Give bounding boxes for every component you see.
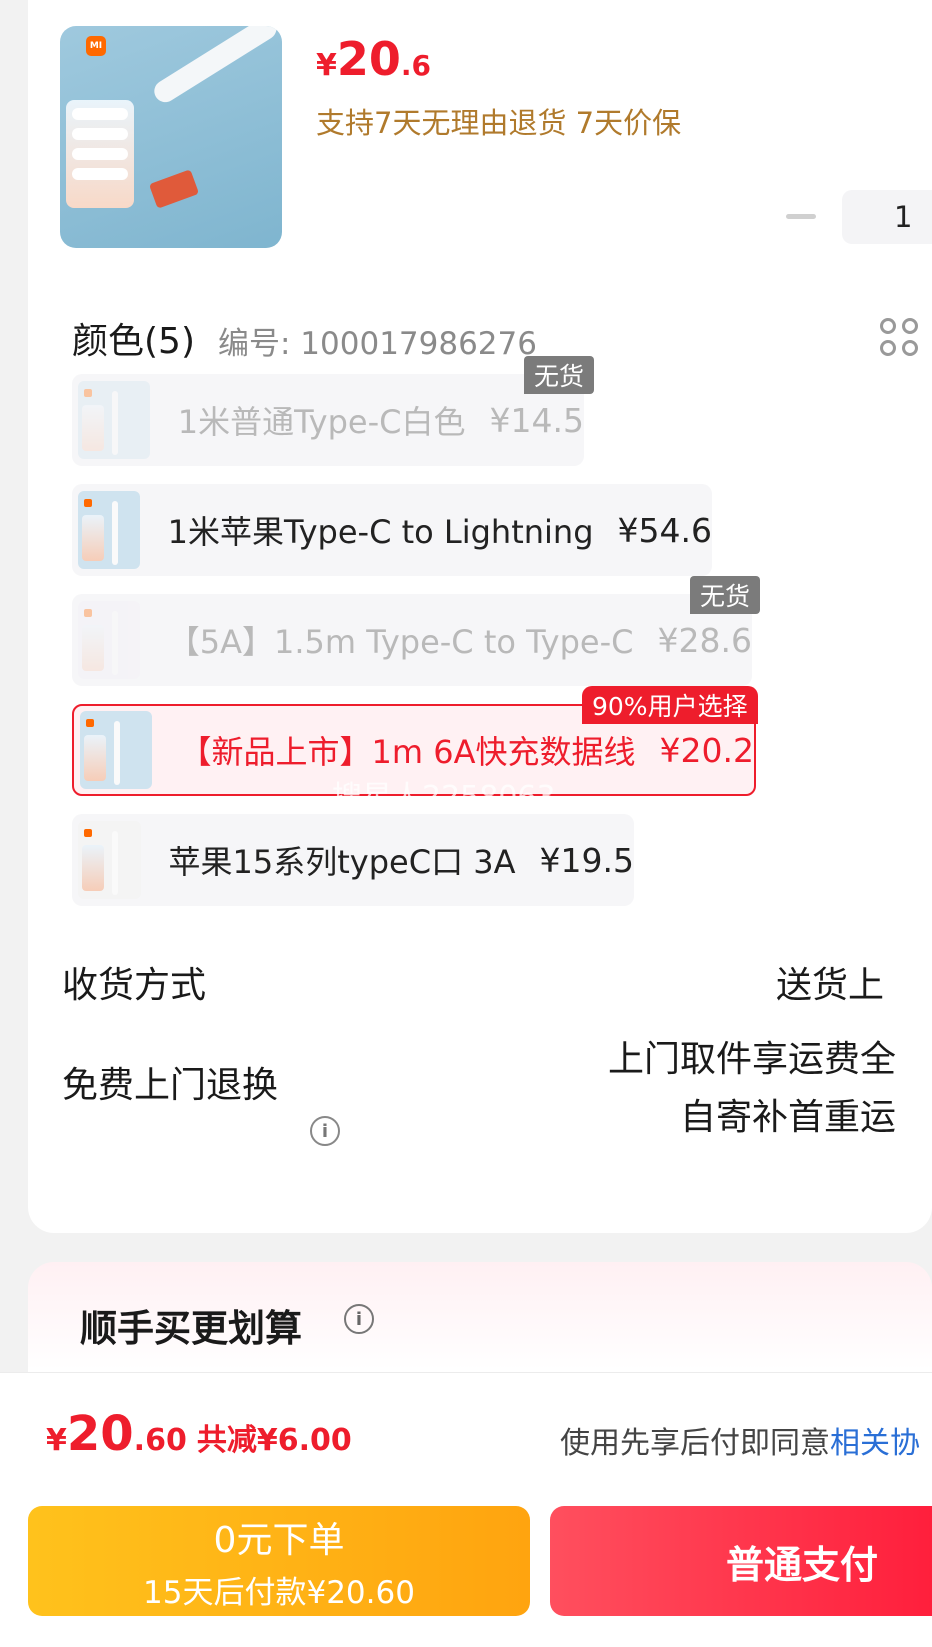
pay-later-title: 0元下单 xyxy=(213,1519,345,1561)
grid-view-icon[interactable] xyxy=(880,318,918,356)
quantity-input[interactable]: 1 xyxy=(842,190,932,244)
product-image-cable xyxy=(150,26,281,107)
pay-later-subtitle: 15天后付款¥20.60 xyxy=(143,1574,415,1611)
free-return-label: 免费上门退换 xyxy=(62,1065,279,1106)
color-option-label: 1米普通Type-C白色 xyxy=(177,403,466,441)
delivery-method-value[interactable]: 送货上 xyxy=(776,956,884,1008)
color-option-price: ¥28.6 xyxy=(657,620,752,660)
color-option-price: ¥19.5 xyxy=(539,840,634,880)
total-price: ¥20.60 共减¥6.00 xyxy=(46,1406,352,1462)
color-option-label: 【新品上市】1m 6A快充数据线 xyxy=(179,733,636,771)
color-option-label: 【5A】1.5m Type-C to Type-C xyxy=(167,623,634,661)
color-option-price: ¥14.5 xyxy=(489,400,584,440)
brand-logo: MI xyxy=(86,36,106,56)
discount-text: 共减¥6.00 xyxy=(196,1423,352,1458)
product-image-card xyxy=(66,100,134,208)
out-of-stock-badge: 无货 xyxy=(524,356,595,394)
out-of-stock-badge: 无货 xyxy=(690,576,761,614)
color-option[interactable]: 【5A】1.5m Type-C to Type-C ¥28.6 xyxy=(72,594,752,686)
info-icon[interactable]: i xyxy=(344,1304,374,1334)
info-icon[interactable]: i xyxy=(310,1116,340,1146)
popular-choice-badge: 90%用户选择 xyxy=(582,686,758,724)
color-option-thumb xyxy=(78,821,141,899)
pay-later-button[interactable]: 0元下单 15天后付款¥20.60 xyxy=(28,1506,530,1616)
product-image-plug xyxy=(148,169,200,209)
color-option-thumb xyxy=(78,601,140,679)
agreement-text: 使用先享后付即同意相关协 xyxy=(560,1426,920,1461)
color-section-title: 颜色(5) xyxy=(72,321,195,362)
bundle-title: 顺手买更划算 xyxy=(80,1307,302,1350)
color-option-label: 苹果15系列typeC口 3A xyxy=(168,843,516,881)
agreement-link[interactable]: 相关协 xyxy=(830,1426,920,1461)
free-return-line2: 自寄补首重运 xyxy=(680,1097,897,1138)
color-option[interactable]: 1米苹果Type-C to Lightning ¥54.6 xyxy=(72,484,712,576)
color-option-price: ¥54.6 xyxy=(617,510,712,550)
watermark: 搜星人2258063 xyxy=(332,780,556,815)
color-option[interactable]: 1米普通Type-C白色 ¥14.5 xyxy=(72,374,584,466)
color-option-price: ¥20.2 xyxy=(659,730,754,770)
color-option-label: 1米苹果Type-C to Lightning xyxy=(167,513,594,551)
color-option[interactable]: 苹果15系列typeC口 3A ¥19.5 xyxy=(72,814,634,906)
product-image[interactable]: MI xyxy=(60,26,282,248)
sku-code: 编号: 100017986276 xyxy=(218,326,537,362)
color-option-thumb xyxy=(78,381,150,459)
normal-pay-button[interactable]: 普通支付 xyxy=(550,1506,932,1616)
product-price: ¥20.6 xyxy=(316,32,432,86)
color-option-thumb xyxy=(80,711,152,789)
quantity-decrease-button[interactable] xyxy=(786,214,816,219)
color-option-thumb xyxy=(78,491,140,569)
free-return-line1: 上门取件享运费全 xyxy=(608,1039,897,1080)
delivery-method-label: 收货方式 xyxy=(62,965,207,1006)
service-guarantee: 支持7天无理由退货 7天价保 xyxy=(316,106,682,140)
